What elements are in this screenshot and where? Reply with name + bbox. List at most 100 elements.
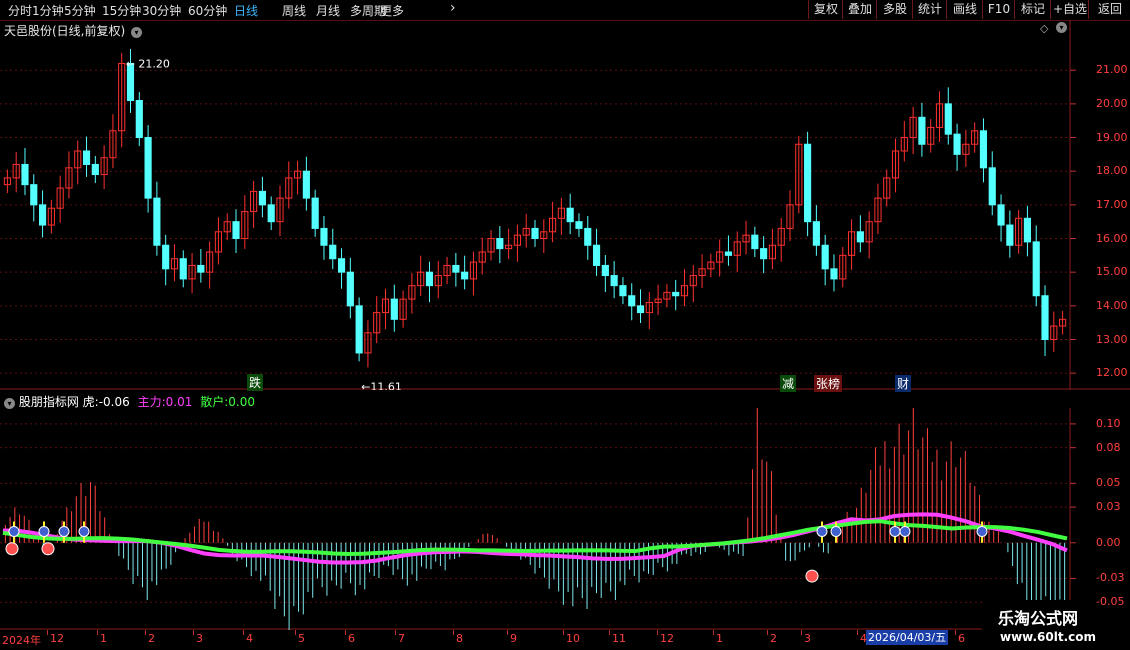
date-label: 6 [348,632,355,645]
event-label-reduce[interactable]: 减 [780,375,797,392]
timeframe-tab[interactable]: 5分钟 [64,2,96,19]
toolbar-button[interactable]: +自选 [1050,0,1089,19]
signal-marker-dot [899,525,911,537]
candle-body [1041,295,1049,341]
indicator-y-tick-label: 0.03 [1096,500,1121,514]
price-y-tick-label: 19.00 [1096,130,1128,144]
date-tick [453,630,454,635]
candle-body [672,291,680,297]
indicator-y-tick-label: 0.10 [1096,416,1121,430]
candle-body [610,275,618,287]
toolbar-button[interactable]: 标记 [1014,0,1051,19]
date-label: 2 [148,632,155,645]
toolbar-button[interactable]: F10 [982,0,1015,19]
date-cursor-label: 2026/04/03/五 [866,630,949,645]
timeframe-tab[interactable]: 更多 [380,2,404,19]
candle-body [592,244,601,266]
candle-body [575,221,583,229]
series-retail-value: 0.00 [228,395,255,409]
chevron-right-icon[interactable]: › [450,0,456,16]
date-tick [609,630,610,635]
date-label: 11 [612,632,626,645]
toolbar-button[interactable]: 叠加 [842,0,877,19]
series-retail-label: 散户: [200,395,229,409]
signal-marker-dot [8,525,20,537]
indicator-y-tick-label: 0.05 [1096,476,1121,490]
price-y-tick-label: 14.00 [1096,298,1128,312]
candle-body [856,231,864,243]
candlestick-chart[interactable]: ← 21.20 ←11.61 [0,20,1130,390]
date-label: 3 [804,632,811,645]
timeframe-tab[interactable]: 60分钟 [188,2,227,19]
signal-ball [41,542,55,556]
candle-body [320,227,328,246]
toolbar-button[interactable]: 复权 [808,0,843,19]
date-tick [767,630,768,635]
date-label: 1 [100,632,107,645]
date-label: 2 [770,632,777,645]
indicator-y-tick-label: 0.08 [1096,440,1121,454]
date-tick [395,630,396,635]
timeframe-tab[interactable]: 15分钟 [102,2,141,19]
watermark-url: www.60lt.com [1000,630,1097,644]
price-y-tick-label: 18.00 [1096,164,1128,178]
candle-body [452,264,460,273]
candle-body [355,305,363,354]
candle-body [337,258,346,273]
date-label: 7 [398,632,405,645]
candle-body [619,285,627,297]
date-tick [47,630,48,635]
date-label: 6 [958,632,965,645]
date-tick [657,630,658,635]
date-label: 4 [246,632,253,645]
watermark-title: 乐淘公式网 [998,609,1079,628]
signal-ball [5,542,19,556]
event-label-drop[interactable]: 跌 [247,374,264,391]
toolbar-button-label: 叠加 [847,2,872,16]
indicator-y-tick-label: 0.00 [1096,535,1121,549]
indicator-y-tick-label: -0.05 [1096,595,1125,609]
toolbar-button[interactable]: 统计 [912,0,947,19]
candle-body [821,244,829,270]
date-label: 12 [660,632,674,645]
price-y-tick-label: 12.00 [1096,366,1128,380]
candle-body [135,99,143,139]
high-price-label: ← 21.20 [126,57,170,70]
toolbar-button[interactable]: 画线 [946,0,983,19]
timeframe-tab[interactable]: 30分钟 [142,2,181,19]
candle-body [724,251,733,256]
price-y-tick-label: 16.00 [1096,231,1128,245]
timeframe-tab[interactable]: 周线 [282,2,306,19]
date-label: 10 [566,632,580,645]
timeframe-tab[interactable]: 月线 [316,2,340,19]
signal-marker-dot [38,525,50,537]
signal-marker-dot [816,525,828,537]
signal-marker-dot [889,525,901,537]
toolbar-button-label: 画线 [952,2,977,16]
date-tick [243,630,244,635]
timeframe-tab[interactable]: 1分钟 [32,2,64,19]
timeframe-tab[interactable]: 分时 [8,2,32,19]
toolbar-button-label: 多股 [882,2,907,16]
candle-body [531,227,539,240]
candle-body [21,163,29,186]
date-tick [955,630,956,635]
toolbar-button[interactable]: 返回 [1088,0,1130,19]
toolbar-button-label: F10 [987,2,1011,16]
event-label-finance[interactable]: 财 [895,375,912,392]
event-label-billboard[interactable]: 张榜 [814,375,843,392]
indicator-chart[interactable] [0,408,1130,630]
candle-body [979,130,988,169]
timeframe-tab[interactable]: 日线 [234,2,258,19]
date-tick [507,630,508,635]
toolbar-button[interactable]: 多股 [876,0,913,19]
candle-body [584,227,592,246]
candle-body [496,238,504,250]
candle-body [601,264,609,277]
date-tick [193,630,194,635]
price-y-tick-label: 15.00 [1096,265,1128,279]
candle-body [566,207,574,223]
date-label: 12 [50,632,64,645]
date-label: 5 [298,632,305,645]
toolbar-button-label: +自选 [1052,2,1088,16]
